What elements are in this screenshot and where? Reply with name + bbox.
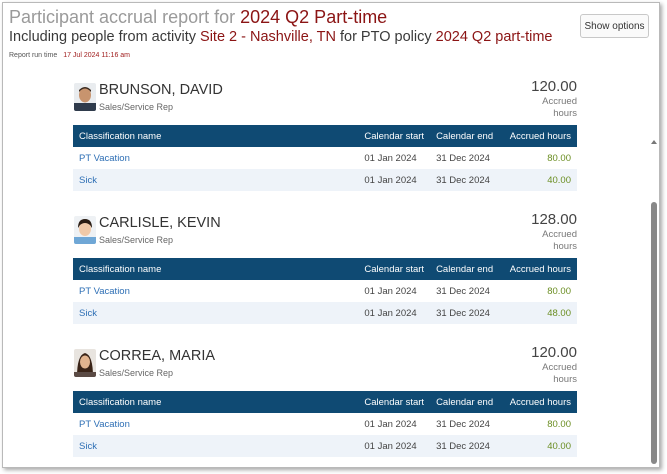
col-header-calendar-end: Calendar end	[430, 258, 500, 280]
subtitle-middle: for PTO policy	[339, 29, 432, 45]
accrued-label-line2: hours	[553, 241, 577, 252]
table-row: Sick 01 Jan 2024 31 Dec 2024 40.00	[73, 435, 577, 457]
show-options-button[interactable]: Show options	[580, 14, 649, 38]
participants-list: BRUNSON, DAVID Sales/Service Rep 120.00 …	[73, 75, 577, 467]
accrued-total-value: 128.00	[531, 211, 577, 228]
calendar-start-cell: 01 Jan 2024	[364, 285, 417, 297]
table-row: Sick 01 Jan 2024 31 Dec 2024 40.00	[73, 169, 577, 191]
col-header-classification: Classification name	[73, 391, 359, 413]
participant-role: Sales/Service Rep	[99, 235, 174, 245]
accrued-total: 120.00 Accrued hours	[531, 344, 577, 386]
accrued-total: 120.00 Accrued hours	[531, 78, 577, 120]
page-title: Participant accrual report for 2024 Q2 P…	[9, 6, 653, 28]
col-header-calendar-start: Calendar start	[358, 391, 431, 413]
calendar-start-cell: 01 Jan 2024	[358, 169, 431, 191]
vertical-scrollbar[interactable]	[649, 70, 659, 467]
calendar-start-cell: 01 Jan 2024	[358, 435, 431, 457]
accrued-hours-cell: 40.00	[499, 435, 577, 457]
page-subtitle: Including people from activity Site 2 - …	[9, 28, 653, 47]
participant-card: CORREA, MARIA Sales/Service Rep 120.00 A…	[73, 341, 577, 467]
classification-table: Classification name Calendar start Calen…	[73, 125, 577, 191]
table-row: PT Vacation 01 Jan 2024 31 Dec 2024 80.0…	[73, 280, 577, 302]
table-header-row: Classification name Calendar start Calen…	[73, 125, 577, 147]
participant-name: BRUNSON, DAVID	[99, 82, 223, 98]
avatar	[74, 216, 96, 244]
table-row: PT Vacation 01 Jan 2024 31 Dec 2024 80.0…	[73, 413, 577, 435]
title-prefix: Participant accrual report for	[9, 7, 236, 27]
col-header-calendar-start: Calendar start	[358, 258, 431, 280]
accrued-total-value: 120.00	[531, 344, 577, 361]
calendar-end-cell: 31 Dec 2024	[436, 152, 490, 164]
run-time-label: Report run time	[9, 52, 58, 59]
participant-role: Sales/Service Rep	[99, 102, 174, 112]
accrued-hours-cell: 40.00	[499, 169, 577, 191]
avatar	[74, 83, 96, 111]
col-header-calendar-end: Calendar end	[430, 391, 500, 413]
classification-table: Classification name Calendar start Calen…	[73, 258, 577, 324]
subtitle-prefix: Including people from activity	[9, 29, 196, 45]
calendar-end-cell: 31 Dec 2024	[436, 418, 490, 430]
col-header-classification: Classification name	[73, 258, 359, 280]
accrued-total: 128.00 Accrued hours	[531, 211, 577, 253]
report-run-time: Report run time 17 Jul 2024 11:16 am	[9, 50, 653, 62]
classification-link[interactable]: Sick	[73, 169, 359, 191]
participant-name: CARLISLE, KEVIN	[99, 215, 221, 231]
calendar-start-cell: 01 Jan 2024	[358, 302, 431, 324]
accrued-label-line2: hours	[553, 108, 577, 119]
calendar-end-cell: 31 Dec 2024	[430, 302, 500, 324]
report-window: Participant accrual report for 2024 Q2 P…	[2, 2, 660, 468]
run-time-value: 17 Jul 2024 11:16 am	[63, 52, 131, 59]
classification-link[interactable]: Sick	[73, 435, 359, 457]
table-header-row: Classification name Calendar start Calen…	[73, 258, 577, 280]
accrued-total-value: 120.00	[531, 78, 577, 95]
calendar-end-cell: 31 Dec 2024	[436, 285, 490, 297]
accrued-hours-cell: 80.00	[547, 152, 571, 164]
table-row: Sick 01 Jan 2024 31 Dec 2024 48.00	[73, 302, 577, 324]
accrued-label-line1: Accrued	[542, 96, 577, 107]
col-header-calendar-end: Calendar end	[430, 125, 500, 147]
participant-role: Sales/Service Rep	[99, 368, 174, 378]
title-policy: 2024 Q2 Part-time	[240, 7, 388, 27]
table-row: PT Vacation 01 Jan 2024 31 Dec 2024 80.0…	[73, 147, 577, 169]
calendar-start-cell: 01 Jan 2024	[364, 418, 417, 430]
calendar-end-cell: 31 Dec 2024	[430, 435, 500, 457]
participant-name: CORREA, MARIA	[99, 348, 216, 364]
col-header-accrued-hours: Accrued hours	[499, 125, 577, 147]
classification-link[interactable]: PT Vacation	[73, 280, 358, 302]
classification-link[interactable]: PT Vacation	[73, 413, 358, 435]
accrued-hours-cell: 80.00	[547, 285, 571, 297]
subtitle-activity: Site 2 - Nashville, TN	[200, 29, 336, 45]
classification-link[interactable]: Sick	[73, 302, 359, 324]
table-header-row: Classification name Calendar start Calen…	[73, 391, 577, 413]
subtitle-policy: 2024 Q2 part-time	[435, 29, 553, 45]
col-header-accrued-hours: Accrued hours	[499, 391, 577, 413]
participant-card: CARLISLE, KEVIN Sales/Service Rep 128.00…	[73, 208, 577, 341]
col-header-calendar-start: Calendar start	[358, 125, 431, 147]
participant-card: BRUNSON, DAVID Sales/Service Rep 120.00 …	[73, 75, 577, 208]
accrued-hours-cell: 80.00	[547, 418, 571, 430]
calendar-end-cell: 31 Dec 2024	[430, 169, 500, 191]
avatar	[74, 349, 96, 377]
classification-table: Classification name Calendar start Calen…	[73, 391, 577, 457]
accrued-hours-cell: 48.00	[499, 302, 577, 324]
classification-link[interactable]: PT Vacation	[73, 147, 358, 169]
report-header: Participant accrual report for 2024 Q2 P…	[9, 6, 653, 62]
calendar-start-cell: 01 Jan 2024	[364, 152, 417, 164]
accrued-label-line2: hours	[553, 374, 577, 385]
scrollbar-thumb[interactable]	[651, 202, 657, 464]
col-header-classification: Classification name	[73, 125, 359, 147]
accrued-label-line1: Accrued	[542, 362, 577, 373]
scroll-up-arrow-icon[interactable]	[651, 140, 657, 144]
col-header-accrued-hours: Accrued hours	[499, 258, 577, 280]
accrued-label-line1: Accrued	[542, 229, 577, 240]
